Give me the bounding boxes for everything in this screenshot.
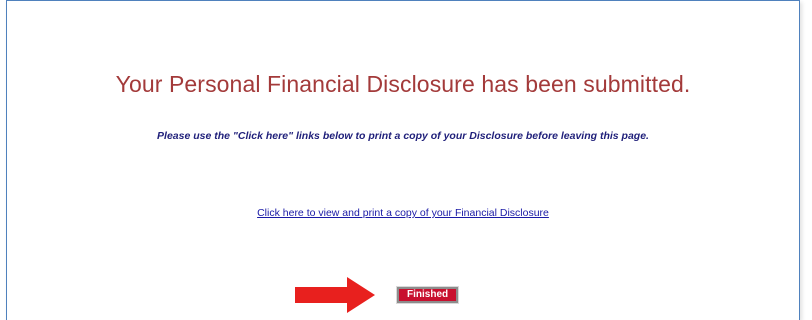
print-link-container: Click here to view and print a copy of y… xyxy=(7,207,799,219)
print-instruction: Please use the "Click here" links below … xyxy=(157,130,649,142)
page: Your Personal Financial Disclosure has b… xyxy=(0,0,812,320)
confirmation-panel: Your Personal Financial Disclosure has b… xyxy=(6,0,800,320)
red-right-arrow-icon xyxy=(295,277,375,313)
print-disclosure-link[interactable]: Click here to view and print a copy of y… xyxy=(257,207,549,219)
finished-button[interactable]: Finished xyxy=(395,286,460,304)
submission-heading: Your Personal Financial Disclosure has b… xyxy=(115,71,691,97)
